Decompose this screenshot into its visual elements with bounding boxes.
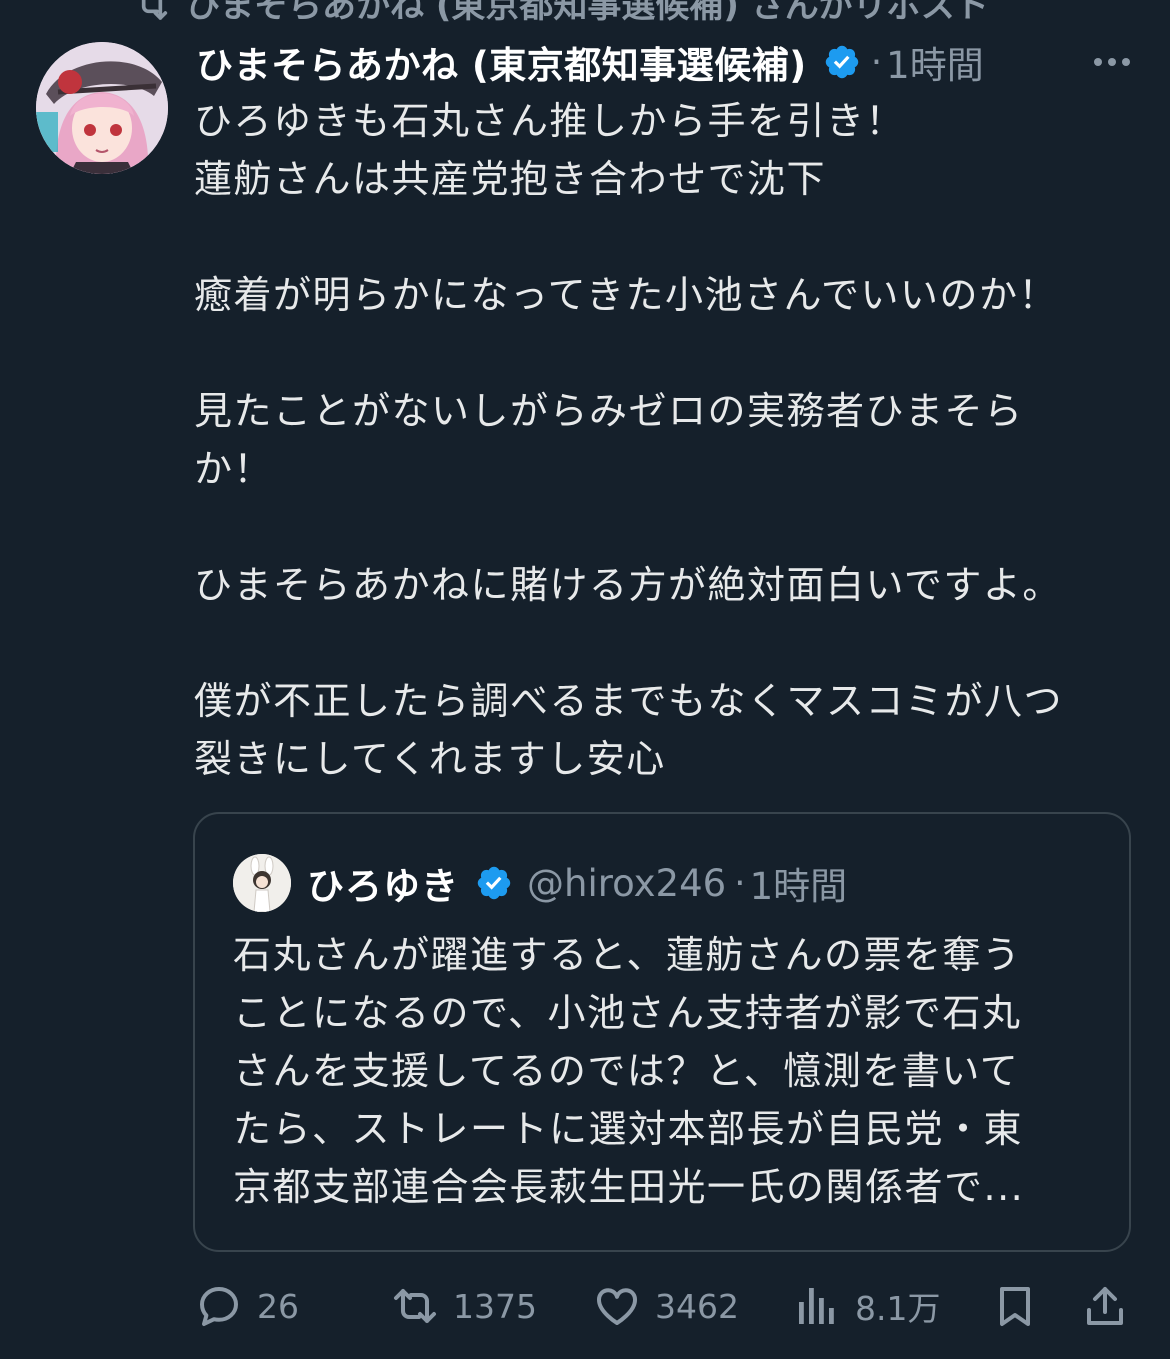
quoted-header-separator: · [734,862,746,904]
like-button[interactable]: 3462 [593,1276,739,1336]
header-separator: · [870,41,883,83]
action-bar: 26 1375 3462 8.1万 [195,1276,1135,1336]
quoted-post-text: 石丸さんが躍進すると、蓮舫さんの票を奪う ことになるので、小池さん支持者が影で石… [233,926,1103,1216]
quoted-author-handle[interactable]: @hirox246 [527,862,726,905]
quoted-text-line: ことになるので、小池さん支持者が影で石丸 [233,991,1022,1035]
quoted-text-line: 石丸さんが躍進すると、蓮舫さんの票を奪う [233,933,1022,977]
reply-button[interactable]: 26 [195,1276,299,1336]
post-text-line: か！ [194,447,274,491]
quoted-text-line: さんを支援してるのでは？と、憶測を書いて [233,1049,1020,1093]
post-text-line: 裂きにしてくれますし安心 [194,737,666,781]
quoted-post-card[interactable]: ひろゆき @hirox246 · 1時間 石丸さんが躍進すると、蓮舫さんの票を奪… [193,812,1131,1252]
quoted-author-avatar[interactable] [233,854,291,912]
quoted-post-timestamp[interactable]: 1時間 [750,856,848,910]
author-display-name[interactable]: ひまそらあかね (東京都知事選候補) [196,35,807,89]
reply-icon [200,1287,238,1326]
repost-icon [141,0,168,20]
repost-indicator[interactable]: ひまそらあかね (東京都知事選候補) さんがリポスト [132,0,989,27]
views-icon [799,1288,834,1324]
post-text-line: 僕が不正したら調べるまでもなくマスコミが八つ [194,679,1064,723]
quoted-text-line: たら、ストレートに選対本部長が自民党・東 [233,1107,1024,1151]
bookmark-button[interactable] [991,1276,1039,1336]
post-timestamp[interactable]: 1時間 [886,35,984,89]
post-text-line: ひろゆきも石丸さん推しから手を引き！ [194,99,906,143]
share-button[interactable] [1081,1276,1129,1336]
bookmark-icon [1000,1287,1030,1326]
repost-button[interactable]: 1375 [391,1276,537,1336]
quoted-author-avatar-image [233,854,291,912]
share-icon [1087,1287,1123,1325]
quoted-author-display-name[interactable]: ひろゆき [307,856,459,910]
view-count: 8.1万 [855,1289,941,1328]
reply-count: 26 [257,1286,299,1326]
author-avatar[interactable] [36,42,168,174]
post-text: ひろゆきも石丸さん推しから手を引き！ 蓮舫さんは共産党抱き合わせで沈下 癒着が明… [194,92,1144,788]
post-text-line: ひまそらあかねに賭ける方が絶対面白いですよ。 [194,563,1062,607]
author-avatar-image [36,42,168,174]
quoted-text-line: 京都支部連合会長萩生田光一氏の関係者で... [233,1165,1025,1209]
verified-badge-icon[interactable] [823,43,861,81]
repost-count: 1375 [453,1286,537,1326]
like-count: 3462 [655,1286,739,1326]
post-text-line: 見たことがないしがらみゼロの実務者ひまそら [194,389,1024,433]
more-icon[interactable] [1094,58,1150,66]
post-text-line: 癒着が明らかになってきた小池さんでいいのか！ [194,273,1059,317]
verified-badge-icon[interactable] [475,864,513,902]
quoted-post-header: ひろゆき @hirox246 · 1時間 [233,854,847,912]
views-button[interactable]: 8.1万 [793,1276,940,1336]
post-text-line: 蓮舫さんは共産党抱き合わせで沈下 [194,157,827,201]
like-icon [597,1288,637,1325]
retweet-icon [394,1289,436,1323]
repost-indicator-text: ひまそらあかね (東京都知事選候補) さんがリポスト [186,0,989,26]
